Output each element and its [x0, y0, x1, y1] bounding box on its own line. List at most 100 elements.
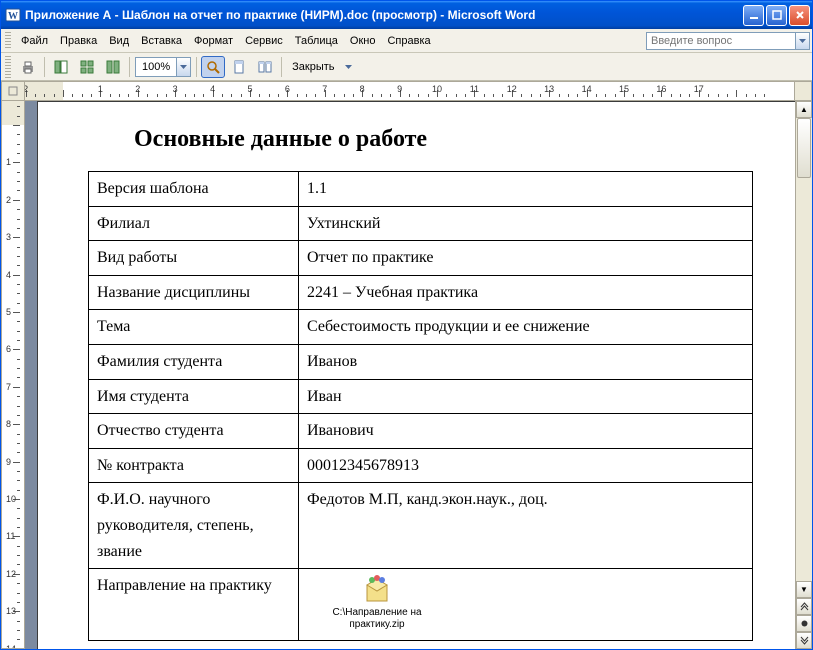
ruler-number: 14 — [582, 84, 592, 94]
row-label: Отчество студента — [89, 414, 299, 449]
chevron-down-icon[interactable] — [176, 58, 190, 76]
menu-view[interactable]: Вид — [103, 32, 135, 50]
menu-tools[interactable]: Сервис — [239, 32, 289, 50]
menu-window[interactable]: Окно — [344, 32, 382, 50]
vertical-ruler[interactable]: 11234567891011121314 — [1, 101, 25, 649]
menu-grip[interactable] — [5, 32, 11, 50]
row-value: Иванов — [299, 344, 753, 379]
row-value: Федотов М.П, канд.экон.наук., доц. — [299, 483, 753, 569]
zoom-combo[interactable]: 100% — [135, 57, 191, 77]
document-viewport[interactable]: Основные данные о работе Версия шаблона1… — [25, 101, 795, 649]
toolbar-overflow-button[interactable] — [343, 56, 355, 78]
attachment-cell[interactable]: C:\Направление на практику.zip — [299, 569, 753, 641]
ruler-number: 14 — [6, 644, 16, 649]
ruler-number: 10 — [432, 84, 442, 94]
table-row: Фамилия студентаИванов — [89, 344, 753, 379]
scroll-track[interactable] — [796, 118, 812, 581]
menu-insert[interactable]: Вставка — [135, 32, 188, 50]
document-page: Основные данные о работе Версия шаблона1… — [37, 101, 795, 649]
row-value: Ухтинский — [299, 206, 753, 241]
ruler-number: 1 — [98, 84, 103, 94]
row-label: Тема — [89, 310, 299, 345]
ruler-number: 3 — [173, 84, 178, 94]
ruler-number: 15 — [619, 84, 629, 94]
table-row: № контракта00012345678913 — [89, 448, 753, 483]
ruler-number: 4 — [210, 84, 215, 94]
thumbnails-button[interactable] — [75, 56, 99, 78]
ruler-number: 4 — [6, 270, 11, 280]
app-window: W Приложение А - Шаблон на отчет по прак… — [0, 0, 813, 650]
scroll-up-button[interactable]: ▲ — [796, 101, 812, 118]
row-value: Себестоимость продукции и ее снижение — [299, 310, 753, 345]
one-page-button[interactable] — [227, 56, 251, 78]
close-preview-label: Закрыть — [292, 61, 334, 73]
ruler-number: 6 — [285, 84, 290, 94]
magnifier-button[interactable] — [201, 56, 225, 78]
toolbar-grip[interactable] — [5, 56, 11, 78]
select-browse-object-button[interactable] — [796, 615, 812, 632]
svg-text:W: W — [8, 11, 18, 22]
document-heading: Основные данные о работе — [134, 126, 754, 153]
ruler-number: 13 — [6, 606, 16, 616]
row-value: 2241 – Учебная практика — [299, 275, 753, 310]
row-value: Иван — [299, 379, 753, 414]
maximize-button[interactable] — [766, 5, 787, 26]
horizontal-ruler-row: 121234567891011121314151617 — [1, 81, 812, 101]
menu-file[interactable]: Файл — [15, 32, 54, 50]
close-button[interactable] — [789, 5, 810, 26]
zoom-value: 100% — [136, 61, 176, 73]
minimize-button[interactable] — [743, 5, 764, 26]
table-row: ТемаСебестоимость продукции и ее снижени… — [89, 310, 753, 345]
row-label: Версия шаблона — [89, 172, 299, 207]
word-app-icon: W — [5, 7, 21, 23]
ruler-number: 9 — [397, 84, 402, 94]
table-row: Вид работыОтчет по практике — [89, 241, 753, 276]
row-label: Ф.И.О. научного руководителя, степень, з… — [89, 483, 299, 569]
print-button[interactable] — [16, 56, 40, 78]
next-page-button[interactable] — [796, 632, 812, 649]
package-icon — [361, 573, 393, 605]
ruler-number: 12 — [507, 84, 517, 94]
attachment-label: C:\Направление на практику.zip — [307, 607, 447, 631]
table-row: Имя студентаИван — [89, 379, 753, 414]
help-search-input[interactable] — [646, 32, 796, 50]
ruler-number: 13 — [544, 84, 554, 94]
document-map-button[interactable] — [49, 56, 73, 78]
prev-page-button[interactable] — [796, 598, 812, 615]
row-value: 1.1 — [299, 172, 753, 207]
document-area: 11234567891011121314 Основные данные о р… — [1, 101, 812, 649]
scroll-thumb[interactable] — [797, 118, 811, 178]
scroll-down-button[interactable]: ▼ — [796, 581, 812, 598]
ruler-number: 3 — [6, 232, 11, 242]
menu-table[interactable]: Таблица — [289, 32, 344, 50]
ruler-number: 11 — [6, 531, 15, 541]
row-value: Иванович — [299, 414, 753, 449]
toolbar: 100% Закрыть — [1, 53, 812, 81]
table-row: Название дисциплины2241 – Учебная практи… — [89, 275, 753, 310]
table-row: ФилиалУхтинский — [89, 206, 753, 241]
ruler-number: 8 — [360, 84, 365, 94]
row-label: № контракта — [89, 448, 299, 483]
row-label: Имя студента — [89, 379, 299, 414]
table-row: Отчество студентаИванович — [89, 414, 753, 449]
help-search-dropdown[interactable] — [796, 32, 810, 50]
ruler-number: 8 — [6, 419, 11, 429]
menu-help[interactable]: Справка — [381, 32, 436, 50]
ruler-corner[interactable] — [1, 81, 25, 101]
horizontal-ruler[interactable]: 121234567891011121314151617 — [25, 81, 795, 101]
ruler-number: 6 — [6, 344, 11, 354]
ruler-number: 16 — [656, 84, 666, 94]
multiple-pages-button[interactable] — [253, 56, 277, 78]
ruler-number: 5 — [6, 307, 11, 317]
vertical-scrollbar[interactable]: ▲ ▼ — [795, 101, 812, 649]
title-bar[interactable]: W Приложение А - Шаблон на отчет по прак… — [1, 1, 812, 29]
close-preview-button[interactable]: Закрыть — [285, 56, 341, 78]
table-row: Ф.И.О. научного руководителя, степень, з… — [89, 483, 753, 569]
row-label: Направление на практику — [89, 569, 299, 641]
ruler-number: 9 — [6, 457, 11, 467]
menu-edit[interactable]: Правка — [54, 32, 103, 50]
row-value: Отчет по практике — [299, 241, 753, 276]
menu-format[interactable]: Формат — [188, 32, 239, 50]
window-title: Приложение А - Шаблон на отчет по практи… — [25, 8, 743, 22]
reading-layout-button[interactable] — [101, 56, 125, 78]
